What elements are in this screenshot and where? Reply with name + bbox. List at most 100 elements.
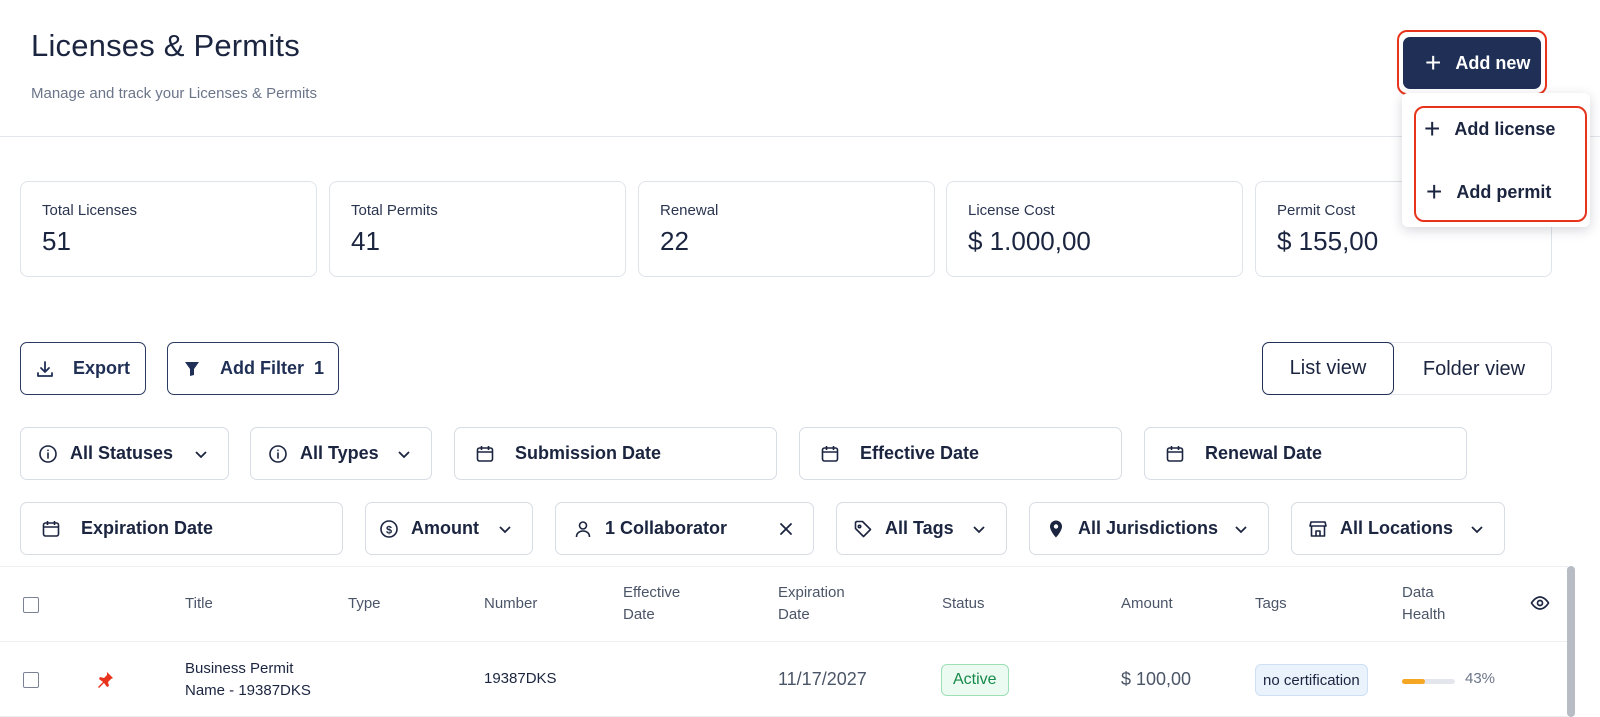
calendar-icon xyxy=(1165,444,1185,464)
collaborator-filter[interactable]: 1 Collaborator xyxy=(555,502,814,555)
effective-date-label: Effective Date xyxy=(860,443,980,463)
chevron-down-icon xyxy=(195,451,207,459)
data-health-fill xyxy=(1402,679,1425,684)
column-tags[interactable]: Tags xyxy=(1255,593,1287,615)
column-number[interactable]: Number xyxy=(484,593,537,615)
add-license-menu-item[interactable]: + Add license xyxy=(1424,109,1555,149)
stat-value: 22 xyxy=(660,226,689,256)
renewal-date-filter[interactable]: Renewal Date xyxy=(1144,427,1467,480)
tags-filter[interactable]: All Tags xyxy=(836,502,1007,555)
column-title[interactable]: Title xyxy=(185,593,213,615)
column-status[interactable]: Status xyxy=(942,593,985,615)
column-expiration-date-line1: Expiration xyxy=(778,584,845,601)
tag-badge: no certification xyxy=(1255,664,1368,696)
effective-date-filter[interactable]: Effective Date xyxy=(799,427,1122,480)
list-view-button[interactable]: List view xyxy=(1262,342,1394,395)
select-all-checkbox[interactable] xyxy=(23,597,39,613)
amount-filter[interactable]: $ Amount xyxy=(365,502,533,555)
row-title-line2: Name - 19387DKS xyxy=(185,682,311,699)
column-expiration-date-line2: Date xyxy=(778,606,810,623)
renewal-date-label: Renewal Date xyxy=(1205,443,1323,463)
chevron-down-icon xyxy=(1471,526,1483,534)
column-data-health-line1: Data xyxy=(1402,584,1434,601)
expiration-date-filter[interactable]: Expiration Date xyxy=(20,502,343,555)
add-permit-label: Add permit xyxy=(1456,181,1552,202)
plus-icon: + xyxy=(1425,47,1442,78)
view-toggle: List view Folder view xyxy=(1262,342,1552,395)
stat-label: Permit Cost xyxy=(1277,202,1356,219)
stat-card-renewal: Renewal 22 xyxy=(638,181,935,277)
add-filter-label: Add Filter xyxy=(220,358,304,378)
tags-filter-label: All Tags xyxy=(885,518,954,538)
funnel-icon xyxy=(185,361,199,376)
jurisdictions-filter[interactable]: All Jurisdictions xyxy=(1029,502,1269,555)
column-amount[interactable]: Amount xyxy=(1121,593,1173,615)
add-new-label: Add new xyxy=(1455,52,1531,73)
dollar-circle-icon: $ xyxy=(379,519,399,539)
column-type[interactable]: Type xyxy=(348,593,381,615)
column-effective-date-line1: Effective xyxy=(623,584,681,601)
type-filter[interactable]: All Types xyxy=(250,427,432,480)
stat-label: Total Permits xyxy=(351,202,438,219)
locations-filter[interactable]: All Locations xyxy=(1291,502,1505,555)
export-label: Export xyxy=(73,358,131,378)
folder-view-button[interactable]: Folder view xyxy=(1395,343,1553,396)
stat-label: License Cost xyxy=(968,202,1055,219)
jurisdictions-filter-label: All Jurisdictions xyxy=(1078,518,1219,538)
data-health-percent: 43% xyxy=(1465,670,1496,687)
chevron-down-icon xyxy=(499,526,511,534)
chevron-down-icon xyxy=(398,451,410,459)
table-header: Title Type Number Effective Date Expirat… xyxy=(0,566,1568,642)
calendar-icon xyxy=(41,519,61,539)
download-icon xyxy=(37,360,53,377)
filter-count: 1 xyxy=(314,358,325,378)
plus-icon: + xyxy=(1424,113,1441,144)
add-new-button[interactable]: + Add new xyxy=(1403,37,1541,89)
plus-icon: + xyxy=(1426,176,1443,207)
expiration-date-label: Expiration Date xyxy=(81,518,214,538)
row-number: 19387DKS xyxy=(484,670,557,687)
status-filter-label: All Statuses xyxy=(70,443,174,463)
stat-value: $ 1.000,00 xyxy=(968,226,1091,256)
stat-card-license-cost: License Cost $ 1.000,00 xyxy=(946,181,1243,277)
eye-icon[interactable] xyxy=(1530,595,1550,611)
column-expiration-date[interactable]: Expiration Date xyxy=(778,582,845,626)
page-subtitle: Manage and track your Licenses & Permits xyxy=(31,85,317,102)
row-checkbox[interactable] xyxy=(23,672,39,688)
row-title[interactable]: Business Permit Name - 19387DKS xyxy=(185,658,311,702)
locations-filter-label: All Locations xyxy=(1340,518,1454,538)
calendar-icon xyxy=(475,444,495,464)
stat-value: $ 155,00 xyxy=(1277,226,1379,256)
close-icon[interactable] xyxy=(777,520,795,538)
row-amount: $ 100,00 xyxy=(1121,669,1192,689)
submission-date-label: Submission Date xyxy=(515,443,662,463)
table-row[interactable]: Business Permit Name - 19387DKS 19387DKS… xyxy=(0,642,1568,717)
submission-date-filter[interactable]: Submission Date xyxy=(454,427,777,480)
stat-label: Renewal xyxy=(660,202,719,219)
row-expiration-date: 11/17/2027 xyxy=(778,669,867,689)
pin-icon[interactable] xyxy=(95,670,115,690)
type-filter-label: All Types xyxy=(300,443,379,463)
column-data-health[interactable]: Data Health xyxy=(1402,582,1445,626)
licenses-table: Title Type Number Effective Date Expirat… xyxy=(0,566,1600,717)
page-title: Licenses & Permits xyxy=(31,28,300,63)
column-data-health-line2: Health xyxy=(1402,606,1446,623)
add-filter-button[interactable]: Add Filter 1 xyxy=(167,342,339,395)
chevron-down-icon xyxy=(1235,526,1247,534)
status-badge: Active xyxy=(941,664,1009,696)
add-license-label: Add license xyxy=(1454,118,1556,139)
amount-filter-label: Amount xyxy=(411,518,479,538)
svg-text:$: $ xyxy=(386,524,392,536)
calendar-icon xyxy=(820,444,840,464)
row-title-line1: Business Permit xyxy=(185,660,294,677)
info-icon xyxy=(268,444,288,464)
tag-icon xyxy=(853,519,873,539)
column-effective-date[interactable]: Effective Date xyxy=(623,582,680,626)
stat-value: 51 xyxy=(42,226,71,256)
add-permit-menu-item[interactable]: + Add permit xyxy=(1426,172,1551,212)
status-filter[interactable]: All Statuses xyxy=(20,427,229,480)
table-scrollbar[interactable] xyxy=(1567,566,1575,717)
export-button[interactable]: Export xyxy=(20,342,146,395)
stat-label: Total Licenses xyxy=(42,202,138,219)
stat-card-total-permits: Total Permits 41 xyxy=(329,181,626,277)
